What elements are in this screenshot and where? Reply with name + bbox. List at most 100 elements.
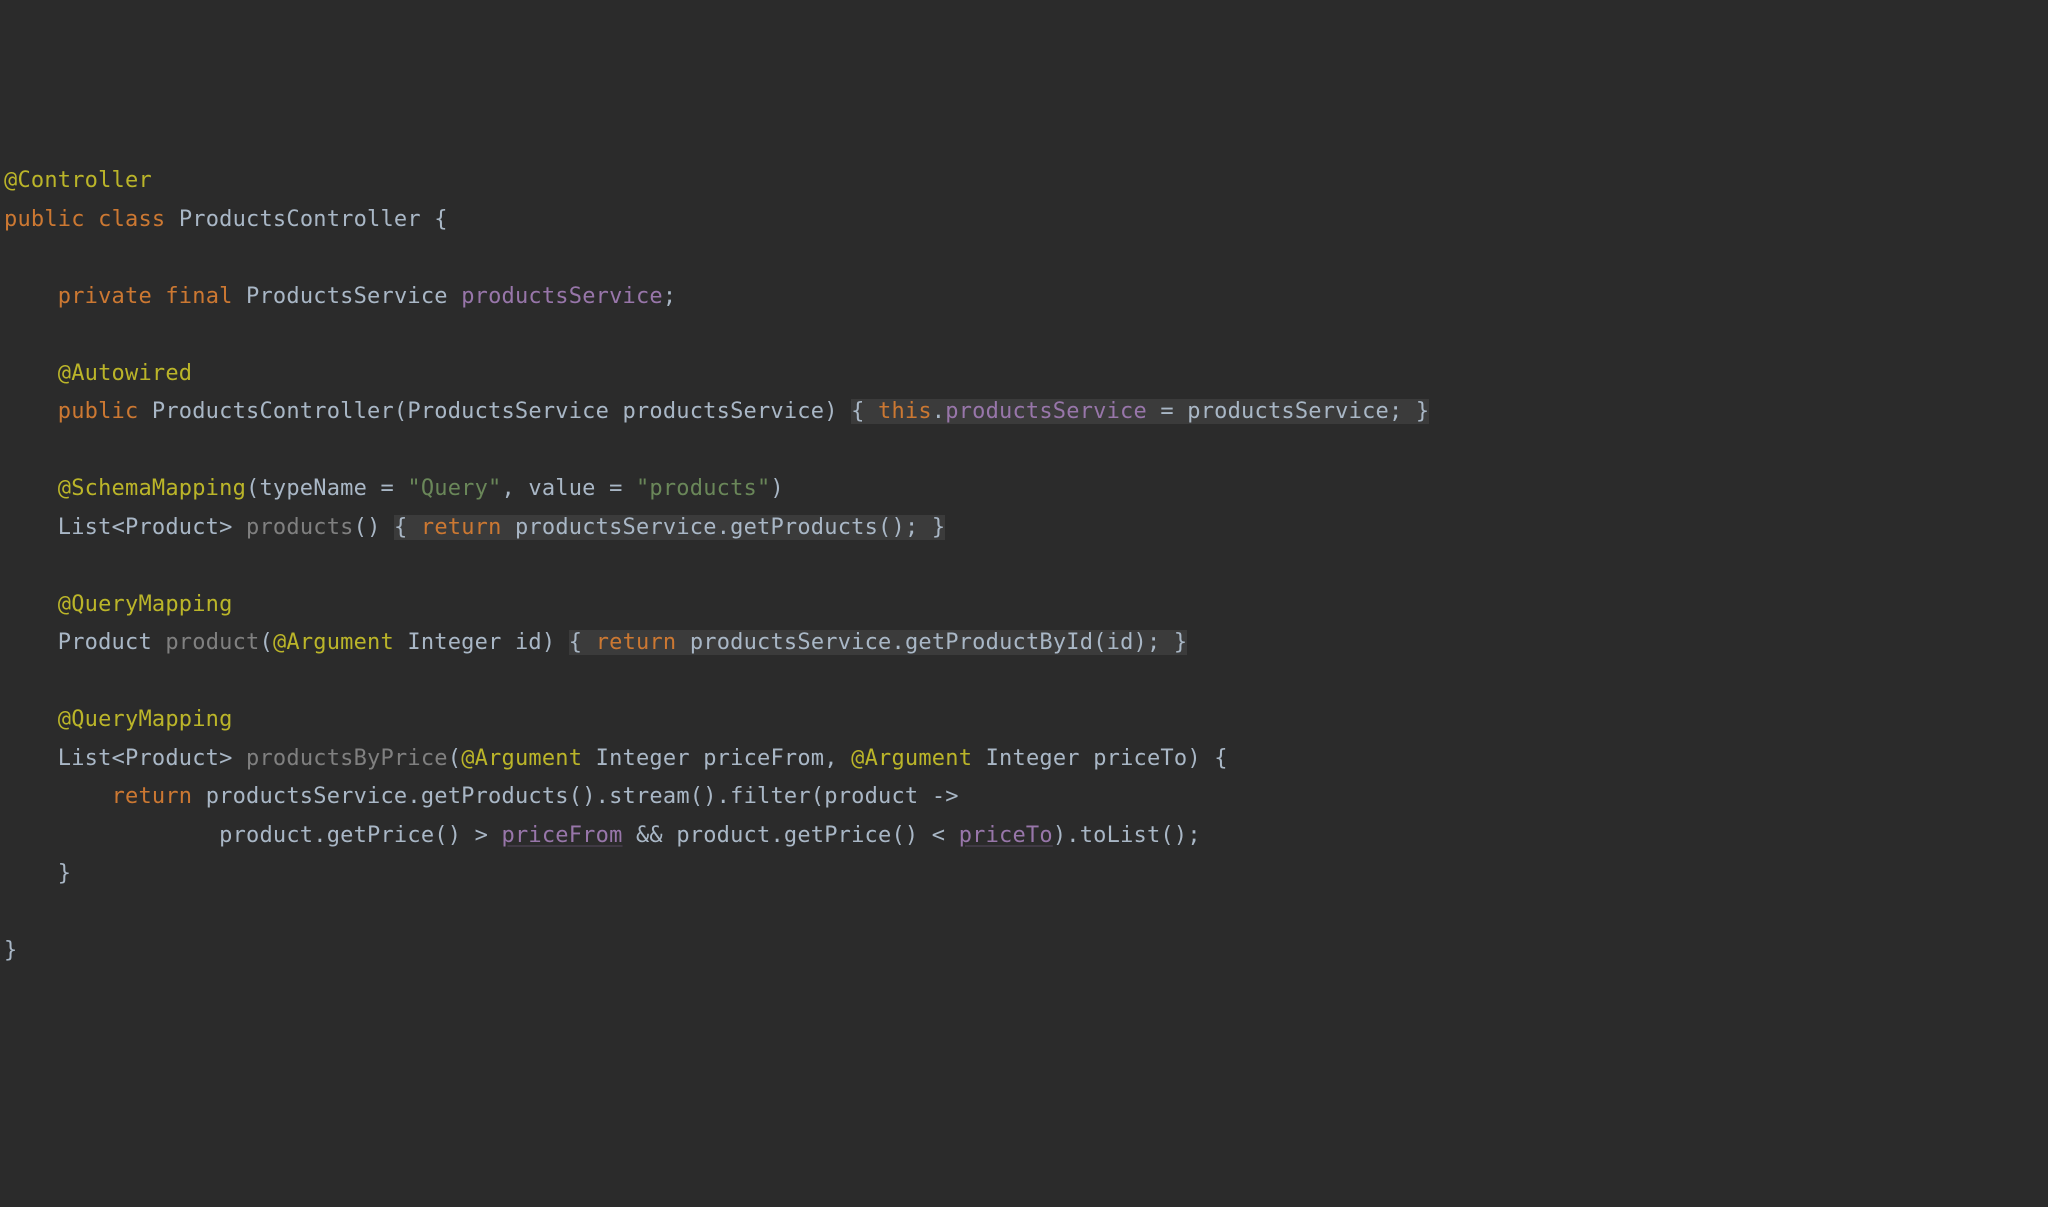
angle-open: < — [112, 746, 125, 771]
param-type: Integer — [986, 746, 1080, 771]
paren-close: ) — [892, 515, 905, 540]
method-call: getPrice — [327, 823, 435, 848]
annotation-arg-key: typeName — [259, 476, 367, 501]
field-ref: productsService — [945, 399, 1147, 424]
generic-type: Product — [125, 515, 219, 540]
paren-open: ( — [434, 823, 447, 848]
brace-open: { — [434, 207, 447, 232]
paren-open: ( — [354, 515, 367, 540]
brace-open: { — [394, 515, 407, 540]
semicolon: ; — [1389, 399, 1402, 424]
keyword-final: final — [165, 284, 232, 309]
brace-close: } — [932, 515, 945, 540]
paren-open: ( — [878, 515, 891, 540]
brace-open: { — [851, 399, 864, 424]
paren-close: ) — [448, 823, 461, 848]
folded-block[interactable]: { return productsService.getProducts(); … — [394, 515, 945, 540]
class-name: ProductsController — [179, 207, 421, 232]
brace-close: } — [4, 938, 17, 963]
annotation: @QueryMapping — [58, 707, 233, 732]
paren-open: ( — [690, 784, 703, 809]
annotation: @SchemaMapping — [58, 476, 246, 501]
dot: . — [892, 630, 905, 655]
keyword-return: return — [596, 630, 677, 655]
paren-close: ) — [1187, 746, 1200, 771]
argument: id — [1107, 630, 1134, 655]
param-type: Integer — [407, 630, 501, 655]
method-call: getProducts — [421, 784, 569, 809]
annotation: @Argument — [851, 746, 972, 771]
dot: . — [407, 784, 420, 809]
return-type: List — [58, 746, 112, 771]
folded-block[interactable]: { this.productsService = productsService… — [851, 399, 1429, 424]
paren-close: ) — [582, 784, 595, 809]
identifier: product — [219, 823, 313, 848]
angle-close: > — [219, 746, 232, 771]
assign: = — [596, 476, 636, 501]
param-name: priceFrom — [703, 746, 824, 771]
brace-close: } — [1174, 630, 1187, 655]
string-literal: "Query" — [407, 476, 501, 501]
brace-open: { — [569, 630, 582, 655]
paren-open: ( — [246, 476, 259, 501]
code-editor[interactable]: @Controller public class ProductsControl… — [4, 162, 2048, 971]
identifier: productsService — [1187, 399, 1389, 424]
paren-close: ) — [824, 399, 837, 424]
brace-close: } — [1416, 399, 1429, 424]
generic-type: Product — [125, 746, 219, 771]
identifier: productsService — [206, 784, 408, 809]
param-name: priceTo — [1093, 746, 1187, 771]
paren-close: ) — [905, 823, 918, 848]
method-call: filter — [730, 784, 811, 809]
paren-open: ( — [448, 746, 461, 771]
lambda-param: product — [824, 784, 918, 809]
annotation: @Argument — [461, 746, 582, 771]
paren-close: ) — [542, 630, 555, 655]
paren-close: ) — [770, 476, 783, 501]
param-name: id — [515, 630, 542, 655]
dot: . — [932, 399, 945, 424]
paren-open: ( — [811, 784, 824, 809]
dot: . — [313, 823, 326, 848]
semicolon: ; — [1187, 823, 1200, 848]
assign: = — [1147, 399, 1187, 424]
paren-open: ( — [394, 399, 407, 424]
angle-close: > — [219, 515, 232, 540]
return-type: Product — [58, 630, 152, 655]
brace-close: } — [58, 861, 71, 886]
operator: < — [918, 823, 958, 848]
annotation: @Controller — [4, 168, 152, 193]
dot: . — [770, 823, 783, 848]
angle-open: < — [112, 515, 125, 540]
method-call: getPrice — [784, 823, 892, 848]
paren-open: ( — [259, 630, 272, 655]
return-type: List — [58, 515, 112, 540]
annotation: @QueryMapping — [58, 592, 233, 617]
method-name: products — [246, 515, 354, 540]
keyword-public: public — [4, 207, 85, 232]
keyword-return: return — [421, 515, 502, 540]
paren-close: ) — [703, 784, 716, 809]
paren-open: ( — [891, 823, 904, 848]
method-call: getProductById — [905, 630, 1093, 655]
field-name: productsService — [461, 284, 663, 309]
paren-open: ( — [569, 784, 582, 809]
annotation: @Autowired — [58, 361, 192, 386]
method-call: getProducts — [730, 515, 878, 540]
comma: , — [502, 476, 529, 501]
method-call: stream — [609, 784, 690, 809]
method-call: toList — [1080, 823, 1161, 848]
method-name: product — [165, 630, 259, 655]
assign: = — [367, 476, 407, 501]
paren-open: ( — [1160, 823, 1173, 848]
keyword-public: public — [58, 399, 139, 424]
folded-block[interactable]: { return productsService.getProductById(… — [569, 630, 1188, 655]
param-type: ProductsService — [407, 399, 609, 424]
field-ref: priceTo — [959, 823, 1053, 848]
operator: > — [461, 823, 501, 848]
semicolon: ; — [905, 515, 918, 540]
field-ref: priceFrom — [502, 823, 623, 848]
param-type: Integer — [596, 746, 690, 771]
keyword-this: this — [878, 399, 932, 424]
paren-close: ) — [1134, 630, 1147, 655]
